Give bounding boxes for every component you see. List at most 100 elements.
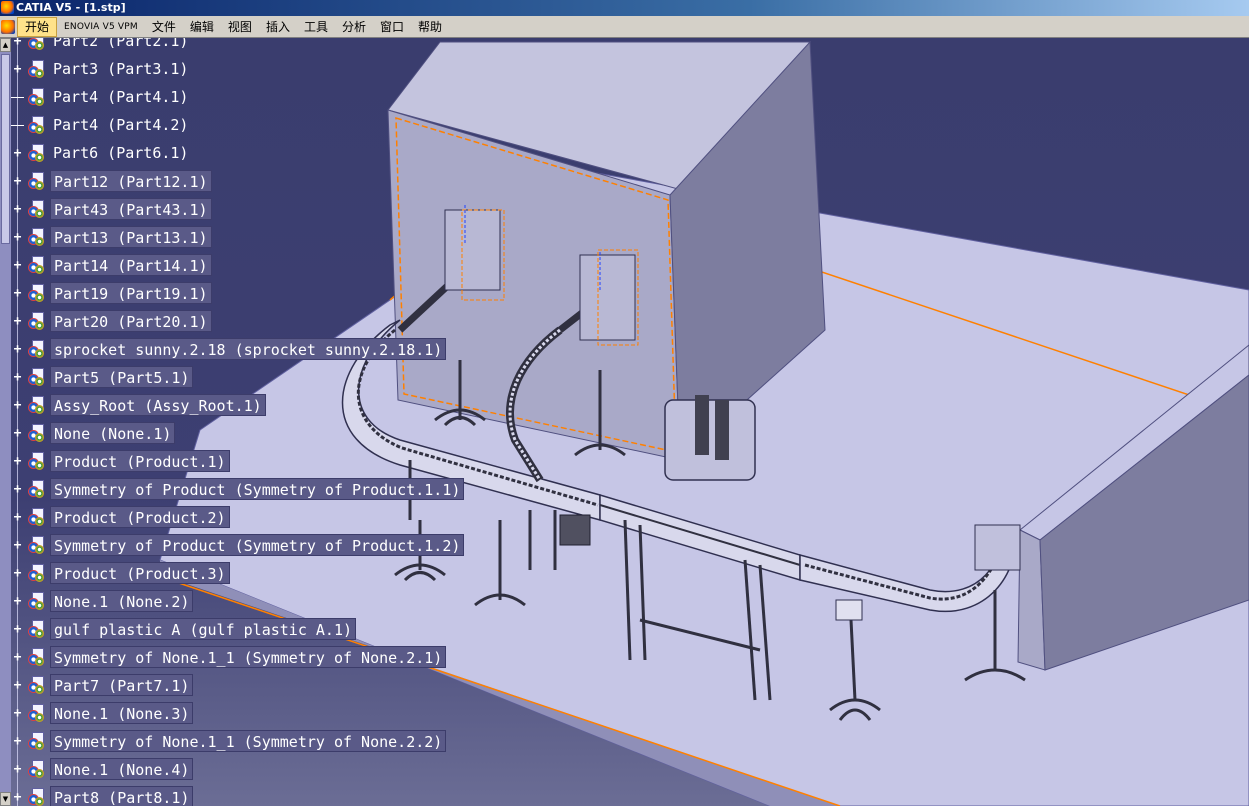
tree-node-label[interactable]: Part13 (Part13.1) [50, 226, 212, 248]
tree-node[interactable]: + Part2 (Part2.1) [11, 38, 191, 52]
tree-node[interactable]: + Part8 (Part8.1) [11, 786, 194, 806]
assembly-component-icon[interactable] [26, 38, 48, 51]
menu-item-4[interactable]: 视图 [221, 17, 259, 37]
tree-node[interactable]: + Part5 (Part5.1) [11, 366, 194, 388]
tree-node[interactable]: + None.1 (None.2) [11, 590, 194, 612]
assembly-component-icon[interactable] [26, 647, 48, 667]
tree-node-label[interactable]: gulf plastic A (gulf plastic A.1) [50, 618, 357, 640]
tree-node[interactable]: + Symmetry of None.1_1 (Symmetry of None.… [11, 646, 447, 668]
tree-node-label[interactable]: None.1 (None.2) [50, 590, 194, 612]
expand-plus-icon[interactable]: + [11, 734, 24, 749]
assembly-component-icon[interactable] [26, 787, 48, 806]
start-icon[interactable] [1, 19, 15, 34]
assembly-component-icon[interactable] [26, 87, 48, 107]
assembly-component-icon[interactable] [26, 143, 48, 163]
assembly-component-icon[interactable] [26, 619, 48, 639]
tree-node-label[interactable]: Symmetry of Product (Symmetry of Product… [50, 478, 465, 500]
assembly-component-icon[interactable] [26, 311, 48, 331]
expand-plus-icon[interactable]: + [11, 426, 24, 441]
tree-node-label[interactable]: Symmetry of None.1_1 (Symmetry of None.2… [50, 730, 447, 752]
tree-node-label[interactable]: Part8 (Part8.1) [50, 786, 194, 806]
menu-item-2[interactable]: 文件 [145, 17, 183, 37]
expand-plus-icon[interactable]: + [11, 258, 24, 273]
tree-node[interactable]: + Part14 (Part14.1) [11, 254, 212, 276]
tree-node[interactable]: + Part7 (Part7.1) [11, 674, 194, 696]
expand-plus-icon[interactable]: + [11, 314, 24, 329]
assembly-component-icon[interactable] [26, 423, 48, 443]
tree-node-label[interactable]: Product (Product.3) [50, 562, 230, 584]
tree-node-label[interactable]: Part20 (Part20.1) [50, 310, 212, 332]
tree-node-label[interactable]: Part3 (Part3.1) [50, 58, 191, 80]
tree-node-label[interactable]: Product (Product.2) [50, 506, 230, 528]
assembly-component-icon[interactable] [26, 171, 48, 191]
menu-item-7[interactable]: 分析 [335, 17, 373, 37]
tree-node[interactable]: + None (None.1) [11, 422, 176, 444]
tree-node[interactable]: + Part43 (Part43.1) [11, 198, 212, 220]
menu-item-5[interactable]: 插入 [259, 17, 297, 37]
assembly-component-icon[interactable] [26, 115, 48, 135]
tree-node[interactable]: + Part13 (Part13.1) [11, 226, 212, 248]
assembly-component-icon[interactable] [26, 227, 48, 247]
tree-node-label[interactable]: Part7 (Part7.1) [50, 674, 194, 696]
tree-node[interactable]: + Symmetry of Product (Symmetry of Produc… [11, 534, 465, 556]
expand-plus-icon[interactable]: + [11, 370, 24, 385]
expand-plus-icon[interactable]: + [11, 790, 24, 805]
tree-node[interactable]: Part4 (Part4.2) [11, 114, 191, 136]
tree-node-label[interactable]: Part12 (Part12.1) [50, 170, 212, 192]
expand-plus-icon[interactable]: + [11, 62, 24, 77]
tree-node-label[interactable]: Symmetry of None.1_1 (Symmetry of None.2… [50, 646, 447, 668]
assembly-component-icon[interactable] [26, 731, 48, 751]
assembly-component-icon[interactable] [26, 451, 48, 471]
expand-plus-icon[interactable]: + [11, 510, 24, 525]
tree-node[interactable]: + Part12 (Part12.1) [11, 170, 212, 192]
tree-node[interactable]: + Symmetry of None.1_1 (Symmetry of None.… [11, 730, 447, 752]
tree-node[interactable]: + Assy_Root (Assy_Root.1) [11, 394, 266, 416]
assembly-component-icon[interactable] [26, 759, 48, 779]
expand-plus-icon[interactable]: + [11, 650, 24, 665]
assembly-component-icon[interactable] [26, 507, 48, 527]
expand-plus-icon[interactable]: + [11, 38, 24, 49]
assembly-component-icon[interactable] [26, 591, 48, 611]
tree-node[interactable]: + Part3 (Part3.1) [11, 58, 191, 80]
expand-plus-icon[interactable]: + [11, 174, 24, 189]
tree-node[interactable]: + gulf plastic A (gulf plastic A.1) [11, 618, 357, 640]
assembly-component-icon[interactable] [26, 703, 48, 723]
menu-item-8[interactable]: 窗口 [373, 17, 411, 37]
expand-plus-icon[interactable]: + [11, 706, 24, 721]
expand-plus-icon[interactable]: + [11, 594, 24, 609]
tree-node-label[interactable]: Part2 (Part2.1) [50, 38, 191, 52]
expand-plus-icon[interactable]: + [11, 230, 24, 245]
menu-item-6[interactable]: 工具 [297, 17, 335, 37]
expand-plus-icon[interactable]: + [11, 342, 24, 357]
expand-plus-icon[interactable]: + [11, 762, 24, 777]
assembly-component-icon[interactable] [26, 339, 48, 359]
tree-node-label[interactable]: Part4 (Part4.2) [50, 114, 191, 136]
tree-node[interactable]: + Part20 (Part20.1) [11, 310, 212, 332]
tree-node-label[interactable]: Part6 (Part6.1) [50, 142, 191, 164]
menu-item-3[interactable]: 编辑 [183, 17, 221, 37]
expand-plus-icon[interactable]: + [11, 454, 24, 469]
assembly-component-icon[interactable] [26, 59, 48, 79]
tree-node-label[interactable]: Assy_Root (Assy_Root.1) [50, 394, 266, 416]
assembly-component-icon[interactable] [26, 479, 48, 499]
tree-node[interactable]: Part4 (Part4.1) [11, 86, 191, 108]
expand-plus-icon[interactable]: + [11, 286, 24, 301]
menu-item-9[interactable]: 帮助 [411, 17, 449, 37]
tree-node-label[interactable]: None.1 (None.3) [50, 702, 194, 724]
menu-item-0[interactable]: 开始 [17, 16, 58, 37]
tree-node-label[interactable]: None (None.1) [50, 422, 176, 444]
assembly-component-icon[interactable] [26, 675, 48, 695]
tree-node[interactable]: + None.1 (None.3) [11, 702, 194, 724]
assembly-component-icon[interactable] [26, 367, 48, 387]
tree-node[interactable]: + Part6 (Part6.1) [11, 142, 191, 164]
expand-plus-icon[interactable]: + [11, 622, 24, 637]
assembly-component-icon[interactable] [26, 199, 48, 219]
expand-plus-icon[interactable]: + [11, 482, 24, 497]
tree-node-label[interactable]: None.1 (None.4) [50, 758, 194, 780]
expand-plus-icon[interactable]: + [11, 538, 24, 553]
expand-plus-icon[interactable]: + [11, 146, 24, 161]
expand-plus-icon[interactable]: + [11, 202, 24, 217]
expand-plus-icon[interactable]: + [11, 398, 24, 413]
scroll-down-arrow-icon[interactable]: ▼ [0, 792, 11, 806]
tree-node-label[interactable]: Part4 (Part4.1) [50, 86, 191, 108]
